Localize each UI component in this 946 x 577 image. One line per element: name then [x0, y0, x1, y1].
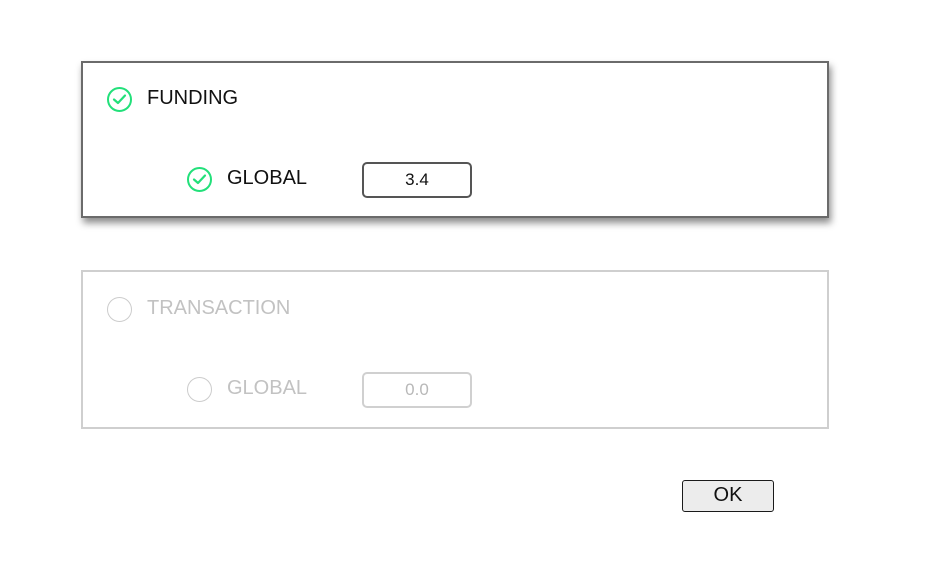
transaction-global-value-input[interactable]: 0.0 [362, 372, 472, 408]
funding-checked-radio[interactable] [107, 87, 132, 112]
transaction-unchecked-radio[interactable] [107, 297, 132, 322]
funding-global-label: GLOBAL [227, 167, 308, 189]
funding-label: FUNDING [147, 87, 239, 109]
transaction-global-label: GLOBAL [227, 377, 308, 399]
ok-button[interactable]: OK [682, 480, 774, 512]
funding-global-value-input[interactable]: 3.4 [362, 162, 472, 198]
transaction-global-unchecked-radio[interactable] [187, 377, 212, 402]
checkmark-icon [112, 94, 127, 105]
checkmark-icon [192, 174, 207, 185]
funding-global-checked-radio[interactable] [187, 167, 212, 192]
transaction-label: TRANSACTION [147, 297, 291, 319]
